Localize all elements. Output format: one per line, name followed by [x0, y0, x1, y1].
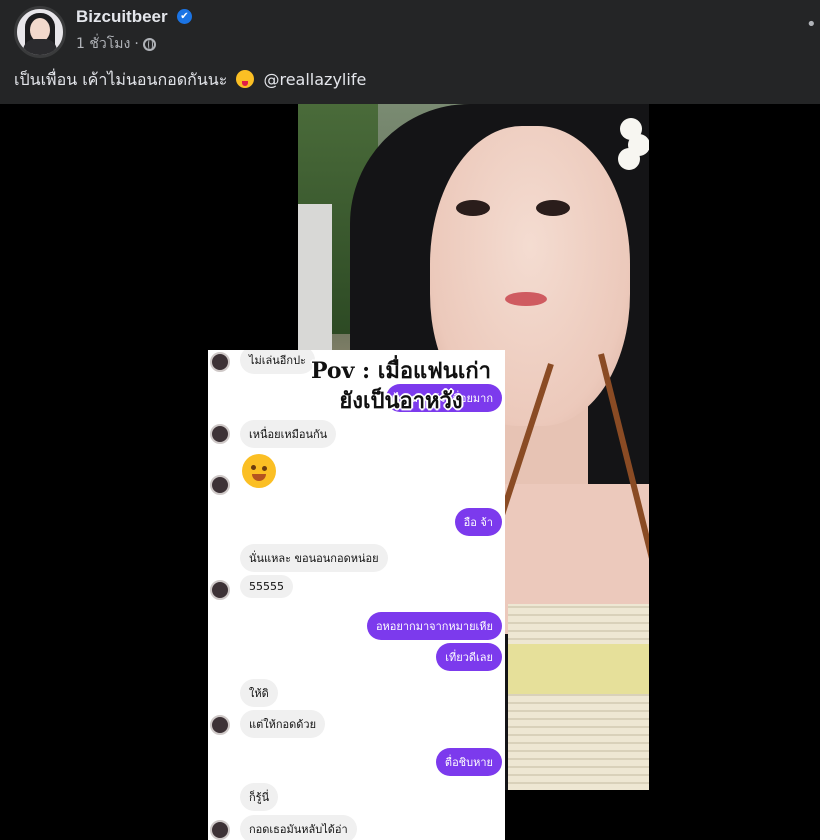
photo-lips: [505, 292, 547, 306]
chat-avatar: [210, 580, 230, 600]
zany-face-emoji-icon: [236, 70, 255, 88]
more-options-icon[interactable]: •••: [806, 14, 820, 35]
avatar-body: [23, 39, 57, 55]
photo-eye-left: [456, 200, 490, 216]
overlay-title-line2: ยังเป็นอาหวัง: [339, 388, 463, 414]
chat-message-in: แต่ให้กอดด้วย: [240, 710, 326, 738]
chat-message-in: ก็รู้นี่: [240, 783, 279, 811]
caption-mention[interactable]: @reallazylife: [263, 70, 366, 89]
overlay-title: Pov : เมื่อแฟนเก่า ยังเป็นอาหวัง: [296, 356, 506, 416]
photo-wall: [298, 204, 332, 354]
author-avatar[interactable]: [14, 6, 66, 58]
chat-avatar: [210, 475, 230, 495]
chat-avatar: [210, 424, 230, 444]
post-meta: 1 ชั่วโมง ·: [76, 33, 156, 55]
chat-message-in: กอดเธอมันหลับได้อ่า: [240, 815, 357, 840]
chat-avatar: [210, 820, 230, 840]
chat-message-out: อหอยากมาจากหมายเหีย: [366, 612, 502, 640]
verified-badge-icon: ✔: [177, 9, 192, 24]
meta-separator: ·: [134, 36, 139, 52]
chat-message-out: เที่ยวดีเลย: [436, 643, 502, 671]
post-timestamp[interactable]: 1 ชั่วโมง: [76, 33, 130, 55]
chat-message-in: เหนื่อยเหมือนกัน: [240, 420, 337, 448]
photo-eye-right: [536, 200, 570, 216]
chat-message-out: ตื่อชิบหาย: [435, 748, 502, 776]
photo-knit-top: [508, 604, 649, 790]
chat-avatar: [210, 352, 230, 372]
overlay-title-line1: Pov : เมื่อแฟนเก่า: [310, 358, 492, 384]
photo-top-band: [508, 644, 649, 694]
chat-message-out: อือ จ้า: [454, 508, 502, 536]
chat-message-in: 55555: [240, 575, 293, 598]
post-header: Bizcuitbeer ✔ 1 ชั่วโมง · ••• เป็นเพื่อน…: [0, 0, 820, 104]
chat-message-in: ให้ดิ: [240, 679, 278, 707]
public-globe-icon[interactable]: [142, 37, 156, 51]
melting-face-sticker-icon: [242, 454, 276, 488]
chat-avatar: [210, 715, 230, 735]
caption-text: เป็นเพื่อน เค้าไม่นอนกอดกันนะ: [14, 70, 228, 89]
chat-screenshot: ไม่เล่นอีกปะ ไม่เล่นแล้ว เมื่อยมาก เหนื่…: [208, 350, 505, 840]
chat-message-in: นั่นแหละ ขอนอนกอดหน่อย: [240, 544, 388, 572]
author-name[interactable]: Bizcuitbeer: [76, 7, 168, 27]
post-caption: เป็นเพื่อน เค้าไม่นอนกอดกันนะ @reallazyl…: [14, 68, 366, 93]
hair-flower-icon: [616, 114, 649, 184]
